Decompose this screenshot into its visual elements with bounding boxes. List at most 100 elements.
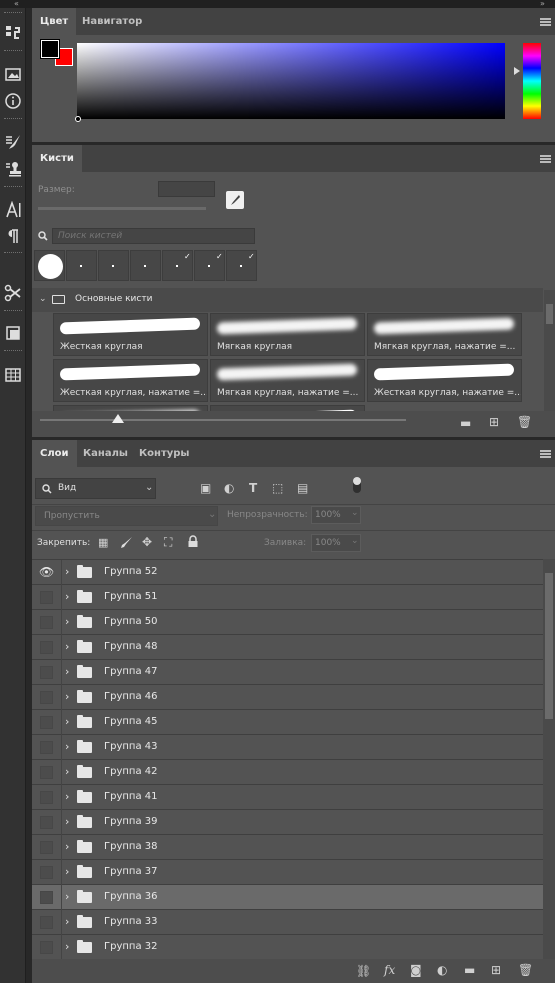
brush-preset[interactable]: Жесткая круглая, нажатие =... — [367, 359, 522, 402]
brush-preset[interactable]: Жесткая круглая, нажатие =... — [53, 359, 208, 402]
layer-row[interactable]: › Группа 42 — [32, 760, 543, 785]
chevron-right-icon[interactable]: › — [65, 865, 69, 878]
recent-brush-cell[interactable] — [66, 250, 97, 281]
scroll-thumb[interactable] — [545, 573, 553, 719]
lock-transparent-pixels-icon[interactable]: ▦ — [98, 536, 108, 549]
eye-icon[interactable]: 👁 — [39, 565, 55, 579]
lock-all-icon[interactable] — [187, 535, 199, 548]
chevron-right-icon[interactable]: › — [65, 815, 69, 828]
layer-row[interactable]: › Группа 45 — [32, 710, 543, 735]
visibility-toggle[interactable] — [40, 716, 53, 729]
adjustment-layer-icon[interactable]: ◐ — [437, 963, 447, 977]
lock-image-pixels-icon[interactable] — [120, 536, 133, 549]
filter-pixel-icon[interactable]: ▣ — [200, 481, 211, 495]
size-input[interactable] — [158, 181, 215, 197]
panel-menu-icon[interactable] — [540, 450, 551, 458]
trash-icon[interactable]: 🗑 — [517, 415, 532, 429]
visibility-toggle[interactable] — [40, 641, 53, 654]
recent-brush-cell[interactable] — [98, 250, 129, 281]
recent-brush-cell[interactable]: ✓ — [162, 250, 193, 281]
add-mask-icon[interactable]: ◙ — [410, 963, 422, 977]
visibility-toggle[interactable] — [40, 866, 53, 879]
visibility-toggle[interactable] — [40, 741, 53, 754]
brush-preset[interactable]: Мягкая круглая, нажатие =... — [367, 313, 522, 356]
recent-brush-cell[interactable] — [130, 250, 161, 281]
brushes-scrollbar[interactable] — [544, 290, 555, 411]
recent-brush-cell[interactable] — [34, 250, 65, 281]
layer-row[interactable]: › Группа 43 — [32, 735, 543, 760]
visibility-toggle[interactable] — [40, 766, 53, 779]
layer-row[interactable]: › Группа 33 — [32, 910, 543, 935]
brush-preset[interactable]: Мягкая круглая — [210, 313, 365, 356]
trash-icon[interactable]: 🗑 — [518, 963, 533, 977]
chevron-right-icon[interactable]: › — [65, 765, 69, 778]
visibility-toggle[interactable] — [40, 816, 53, 829]
panel-menu-icon[interactable] — [540, 18, 551, 26]
table-icon[interactable] — [2, 364, 24, 386]
layer-filter-select[interactable]: Вид ⌄ — [35, 478, 156, 499]
hue-pointer-icon[interactable] — [514, 67, 520, 75]
layer-row[interactable]: › Группа 47 — [32, 660, 543, 685]
new-group-folder-icon[interactable]: ▬ — [460, 416, 471, 430]
filter-adjustment-icon[interactable]: ◐ — [224, 481, 234, 495]
panel-menu-icon[interactable] — [540, 155, 551, 163]
layer-row[interactable]: › Группа 39 — [32, 810, 543, 835]
chevron-right-icon[interactable]: › — [65, 940, 69, 953]
new-brush-icon[interactable]: ⊞ — [489, 415, 499, 429]
slider-handle-icon[interactable] — [112, 414, 124, 423]
info-icon[interactable] — [2, 90, 24, 112]
preview-size-slider[interactable] — [40, 419, 406, 421]
scroll-thumb[interactable] — [546, 304, 553, 324]
filter-smart-object-icon[interactable]: ▤ — [297, 481, 308, 495]
chevron-right-icon[interactable]: › — [65, 790, 69, 803]
lock-artboard-icon[interactable]: ⛶ — [164, 535, 172, 550]
chevron-right-icon[interactable]: › — [65, 565, 69, 578]
chevron-right-icon[interactable]: › — [65, 715, 69, 728]
tab-brushes[interactable]: Кисти — [32, 145, 82, 172]
clone-source-icon[interactable] — [2, 158, 24, 180]
libraries-icon[interactable] — [2, 62, 24, 84]
chevron-right-icon[interactable]: › — [65, 665, 69, 678]
chevron-right-icon[interactable]: › — [65, 590, 69, 603]
paragraph-icon[interactable] — [2, 225, 24, 247]
chevron-right-icon[interactable]: › — [65, 615, 69, 628]
color-picker-handle[interactable] — [75, 116, 81, 122]
visibility-toggle[interactable] — [40, 916, 53, 929]
color-field[interactable] — [77, 43, 505, 119]
brush-settings-icon[interactable] — [2, 131, 24, 153]
layer-row[interactable]: › Группа 38 — [32, 835, 543, 860]
chevron-down-icon[interactable]: ⌄ — [39, 294, 47, 304]
visibility-toggle[interactable] — [40, 841, 53, 854]
history-icon[interactable] — [2, 22, 24, 44]
chevron-right-icon[interactable]: › — [65, 740, 69, 753]
collapse-left-icon[interactable]: « — [14, 0, 19, 8]
tab-color[interactable]: Цвет — [32, 8, 77, 35]
layer-row[interactable]: › Группа 41 — [32, 785, 543, 810]
brush-preset[interactable]: Мягкая круглая, нажатие =... — [210, 359, 365, 402]
tab-navigator[interactable]: Навигатор — [74, 8, 150, 35]
visibility-toggle[interactable] — [40, 591, 53, 604]
layer-row[interactable]: › Группа 51 — [32, 585, 543, 610]
layer-row[interactable]: › Группа 48 — [32, 635, 543, 660]
link-layers-icon[interactable]: ⛓ — [356, 964, 371, 978]
recent-brush-cell[interactable]: ✓ — [226, 250, 257, 281]
tab-layers[interactable]: Слои — [32, 440, 77, 467]
tool-presets-icon[interactable] — [2, 282, 24, 304]
create-brush-button[interactable] — [226, 191, 244, 209]
hue-slider[interactable] — [523, 43, 541, 119]
collapse-right-icon[interactable]: » — [540, 0, 545, 8]
filter-toggle[interactable] — [353, 477, 361, 493]
visibility-toggle[interactable] — [40, 666, 53, 679]
visibility-toggle[interactable] — [40, 616, 53, 629]
visibility-toggle[interactable] — [40, 891, 53, 904]
properties-icon[interactable] — [2, 322, 24, 344]
layer-row[interactable]: › Группа 32 — [32, 935, 543, 959]
brush-group-header[interactable]: ⌄ Основные кисти — [32, 288, 543, 312]
foreground-color-swatch[interactable] — [40, 39, 60, 59]
layer-row[interactable]: › Группа 37 — [32, 860, 543, 885]
blend-mode-select[interactable]: Пропустить ⌄ — [35, 506, 218, 526]
visibility-toggle[interactable] — [40, 691, 53, 704]
new-group-folder-icon[interactable]: ▬ — [464, 963, 475, 977]
opacity-input[interactable]: 100% ⌄ — [311, 506, 361, 524]
fill-input[interactable]: 100% ⌄ — [311, 534, 361, 552]
